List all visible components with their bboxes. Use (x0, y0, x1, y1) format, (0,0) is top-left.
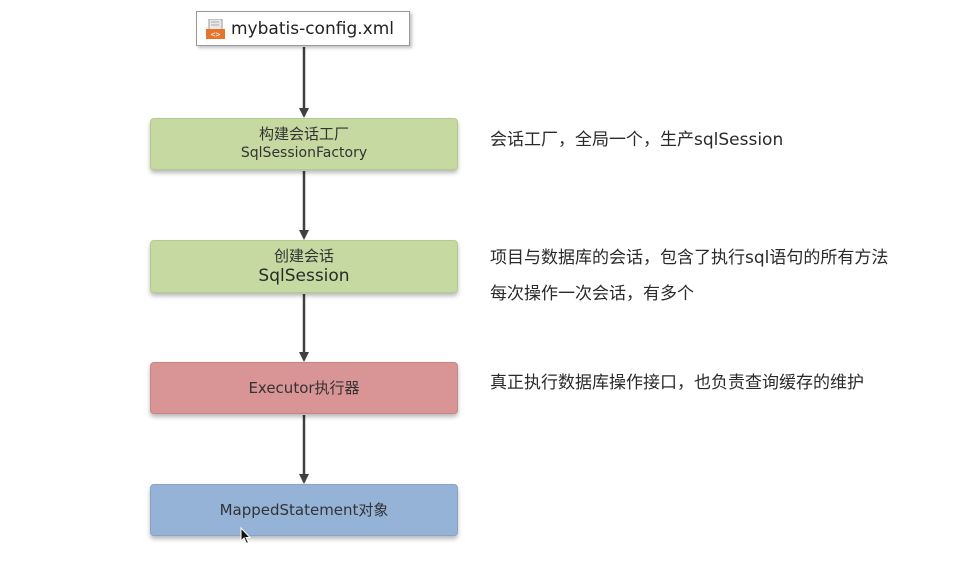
node-sql-session-class: SqlSession (258, 265, 350, 286)
node-mapped-statement-label: MappedStatement对象 (219, 500, 389, 519)
config-file-name: mybatis-config.xml (231, 19, 394, 39)
node-sql-session-title: 创建会话 (273, 246, 334, 265)
config-file-box: <> mybatis-config.xml (196, 11, 410, 46)
mouse-cursor-icon (240, 527, 252, 545)
node-session-factory: 构建会话工厂 SqlSessionFactory (150, 118, 458, 170)
xml-file-icon: <> (206, 19, 225, 39)
node-executor: Executor执行器 (150, 362, 458, 414)
node-mapped-statement: MappedStatement对象 (150, 484, 458, 536)
flow-arrows (299, 47, 309, 484)
description-sql-session-line1: 项目与数据库的会话，包含了执行sql语句的所有方法 (490, 248, 889, 268)
node-session-factory-title: 构建会话工厂 (258, 125, 349, 143)
node-sql-session: 创建会话 SqlSession (150, 240, 458, 293)
description-executor: 真正执行数据库操作接口，也负责查询缓存的维护 (490, 373, 864, 393)
description-session-factory: 会话工厂，全局一个，生产sqlSession (490, 130, 784, 150)
description-sql-session-line2: 每次操作一次会话，有多个 (490, 284, 694, 304)
svg-text:<>: <> (211, 30, 221, 39)
node-executor-label: Executor执行器 (248, 378, 360, 397)
node-session-factory-class: SqlSessionFactory (240, 145, 368, 161)
